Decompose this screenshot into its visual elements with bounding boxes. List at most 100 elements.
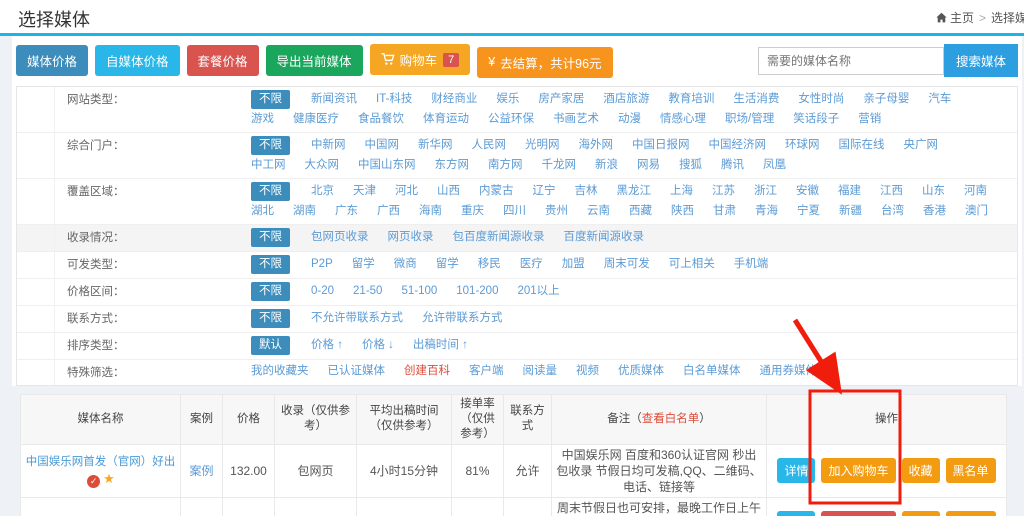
filter-option[interactable]: 环球网 (785, 137, 820, 154)
filter-option-selected[interactable]: 默认 (251, 336, 290, 355)
filter-option[interactable]: 财经商业 (431, 91, 477, 108)
filter-option[interactable]: 搜狐 (679, 157, 702, 174)
filter-option[interactable]: 101-200 (456, 283, 498, 300)
filter-option[interactable]: 湖南 (293, 203, 316, 220)
filter-option[interactable]: 动漫 (618, 111, 641, 128)
filter-option-selected[interactable]: 不限 (251, 282, 290, 301)
detail-button[interactable]: 详情 (777, 458, 815, 483)
filter-option[interactable]: 加盟 (562, 256, 585, 273)
filter-option[interactable]: 香港 (923, 203, 946, 220)
filter-option[interactable]: 教育培训 (668, 91, 714, 108)
filter-option[interactable]: 情感心理 (660, 111, 706, 128)
filter-option-selected[interactable]: 不限 (251, 90, 290, 109)
filter-option[interactable]: 出稿时间 ↑ (413, 337, 468, 354)
filter-option[interactable]: 新华网 (418, 137, 453, 154)
filter-option[interactable]: 江西 (880, 183, 903, 200)
media-name-link[interactable]: 中国娱乐网首发（官网）好出 (26, 456, 176, 468)
filter-option[interactable]: 汽车 (928, 91, 951, 108)
filter-option[interactable]: 留学 (352, 256, 375, 273)
filter-option[interactable]: 宁夏 (797, 203, 820, 220)
cart-button[interactable]: 购物车7 (370, 44, 471, 75)
detail-button[interactable]: 详情 (777, 511, 815, 516)
filter-option[interactable]: 上海 (670, 183, 693, 200)
filter-option[interactable]: 阅读量 (523, 363, 558, 380)
filter-option[interactable]: 可上相关 (669, 256, 715, 273)
search-input[interactable] (758, 47, 944, 75)
filter-option[interactable]: 女性时尚 (798, 91, 844, 108)
filter-option[interactable]: 21-50 (353, 283, 382, 300)
favorite-button[interactable]: 收藏 (902, 511, 940, 516)
filter-option[interactable]: 客户端 (469, 363, 504, 380)
filter-option[interactable]: 新闻资讯 (311, 91, 357, 108)
filter-option[interactable]: 吉林 (575, 183, 598, 200)
filter-option[interactable]: 重庆 (461, 203, 484, 220)
filter-option[interactable]: 生活消费 (733, 91, 779, 108)
self-media-price-button[interactable]: 自媒体价格 (95, 45, 180, 76)
filter-option[interactable]: 中国经济网 (709, 137, 767, 154)
filter-option[interactable]: 留学 (436, 256, 459, 273)
filter-option[interactable]: 移民 (478, 256, 501, 273)
filter-option[interactable]: 书画艺术 (553, 111, 599, 128)
filter-option[interactable]: 河南 (964, 183, 987, 200)
filter-option[interactable]: 医疗 (520, 256, 543, 273)
filter-option[interactable]: 包百度新闻源收录 (453, 229, 545, 246)
blacklist-button[interactable]: 黑名单 (946, 511, 996, 516)
filter-option[interactable]: 广东 (335, 203, 358, 220)
add-to-cart-button[interactable]: 加入购物车 (821, 458, 895, 483)
filter-option[interactable]: 健康医疗 (293, 111, 339, 128)
filter-option[interactable]: 游戏 (251, 111, 274, 128)
filter-option[interactable]: 房产家居 (538, 91, 584, 108)
filter-option[interactable]: 价格 ↑ (311, 337, 343, 354)
filter-option[interactable]: 网页收录 (388, 229, 434, 246)
filter-option[interactable]: 云南 (587, 203, 610, 220)
filter-option[interactable]: 北京 (311, 183, 334, 200)
filter-option[interactable]: P2P (311, 256, 333, 273)
filter-option-selected[interactable]: 不限 (251, 228, 290, 247)
filter-option[interactable]: 黑龙江 (617, 183, 652, 200)
whitelist-link[interactable]: 查看白名单 (642, 413, 700, 425)
filter-option-selected[interactable]: 不限 (251, 255, 290, 274)
favorite-button[interactable]: 收藏 (902, 458, 940, 483)
filter-option[interactable]: 西藏 (629, 203, 652, 220)
filter-option[interactable]: 食品餐饮 (358, 111, 404, 128)
filter-option[interactable]: 百度新闻源收录 (564, 229, 645, 246)
filter-option-selected[interactable]: 不限 (251, 309, 290, 328)
filter-option[interactable]: 内蒙古 (479, 183, 514, 200)
filter-option[interactable]: 澳门 (965, 203, 988, 220)
filter-option[interactable]: 青海 (755, 203, 778, 220)
filter-option[interactable]: 白名单媒体 (683, 363, 741, 380)
filter-option[interactable]: 南方网 (488, 157, 523, 174)
filter-option[interactable]: 201以上 (517, 283, 559, 300)
filter-option[interactable]: 河北 (395, 183, 418, 200)
filter-option[interactable]: 安徽 (796, 183, 819, 200)
filter-option[interactable]: 东方网 (435, 157, 470, 174)
breadcrumb-home-link[interactable]: 主页 (950, 11, 974, 25)
filter-option[interactable]: 职场/管理 (725, 111, 774, 128)
filter-option[interactable]: 湖北 (251, 203, 274, 220)
filter-option[interactable]: 大众网 (305, 157, 340, 174)
filter-option[interactable]: 甘肃 (713, 203, 736, 220)
filter-option[interactable]: 辽宁 (533, 183, 556, 200)
filter-option[interactable]: 贵州 (545, 203, 568, 220)
filter-option[interactable]: 海南 (419, 203, 442, 220)
filter-option[interactable]: 中国网 (365, 137, 400, 154)
filter-option[interactable]: 国际在线 (839, 137, 885, 154)
export-current-media-button[interactable]: 导出当前媒体 (266, 45, 363, 76)
filter-option[interactable]: 山西 (437, 183, 460, 200)
filter-option[interactable]: 四川 (503, 203, 526, 220)
filter-option[interactable]: 光明网 (525, 137, 560, 154)
filter-option[interactable]: 我的收藏夹 (251, 363, 309, 380)
remove-from-cart-button[interactable]: 移出购物车 (821, 511, 895, 516)
filter-option[interactable]: 视频 (576, 363, 599, 380)
filter-option[interactable]: 营销 (858, 111, 881, 128)
case-link[interactable]: 案例 (189, 464, 213, 478)
filter-option[interactable]: 价格 ↓ (362, 337, 394, 354)
filter-option-selected[interactable]: 不限 (251, 182, 290, 201)
filter-option[interactable]: 新浪 (595, 157, 618, 174)
filter-option[interactable]: 中国山东网 (358, 157, 416, 174)
filter-option[interactable]: 笑话段子 (793, 111, 839, 128)
filter-option[interactable]: 周末可发 (604, 256, 650, 273)
filter-option[interactable]: 央广网 (904, 137, 939, 154)
filter-option[interactable]: IT-科技 (376, 91, 412, 108)
media-price-button[interactable]: 媒体价格 (16, 45, 88, 76)
